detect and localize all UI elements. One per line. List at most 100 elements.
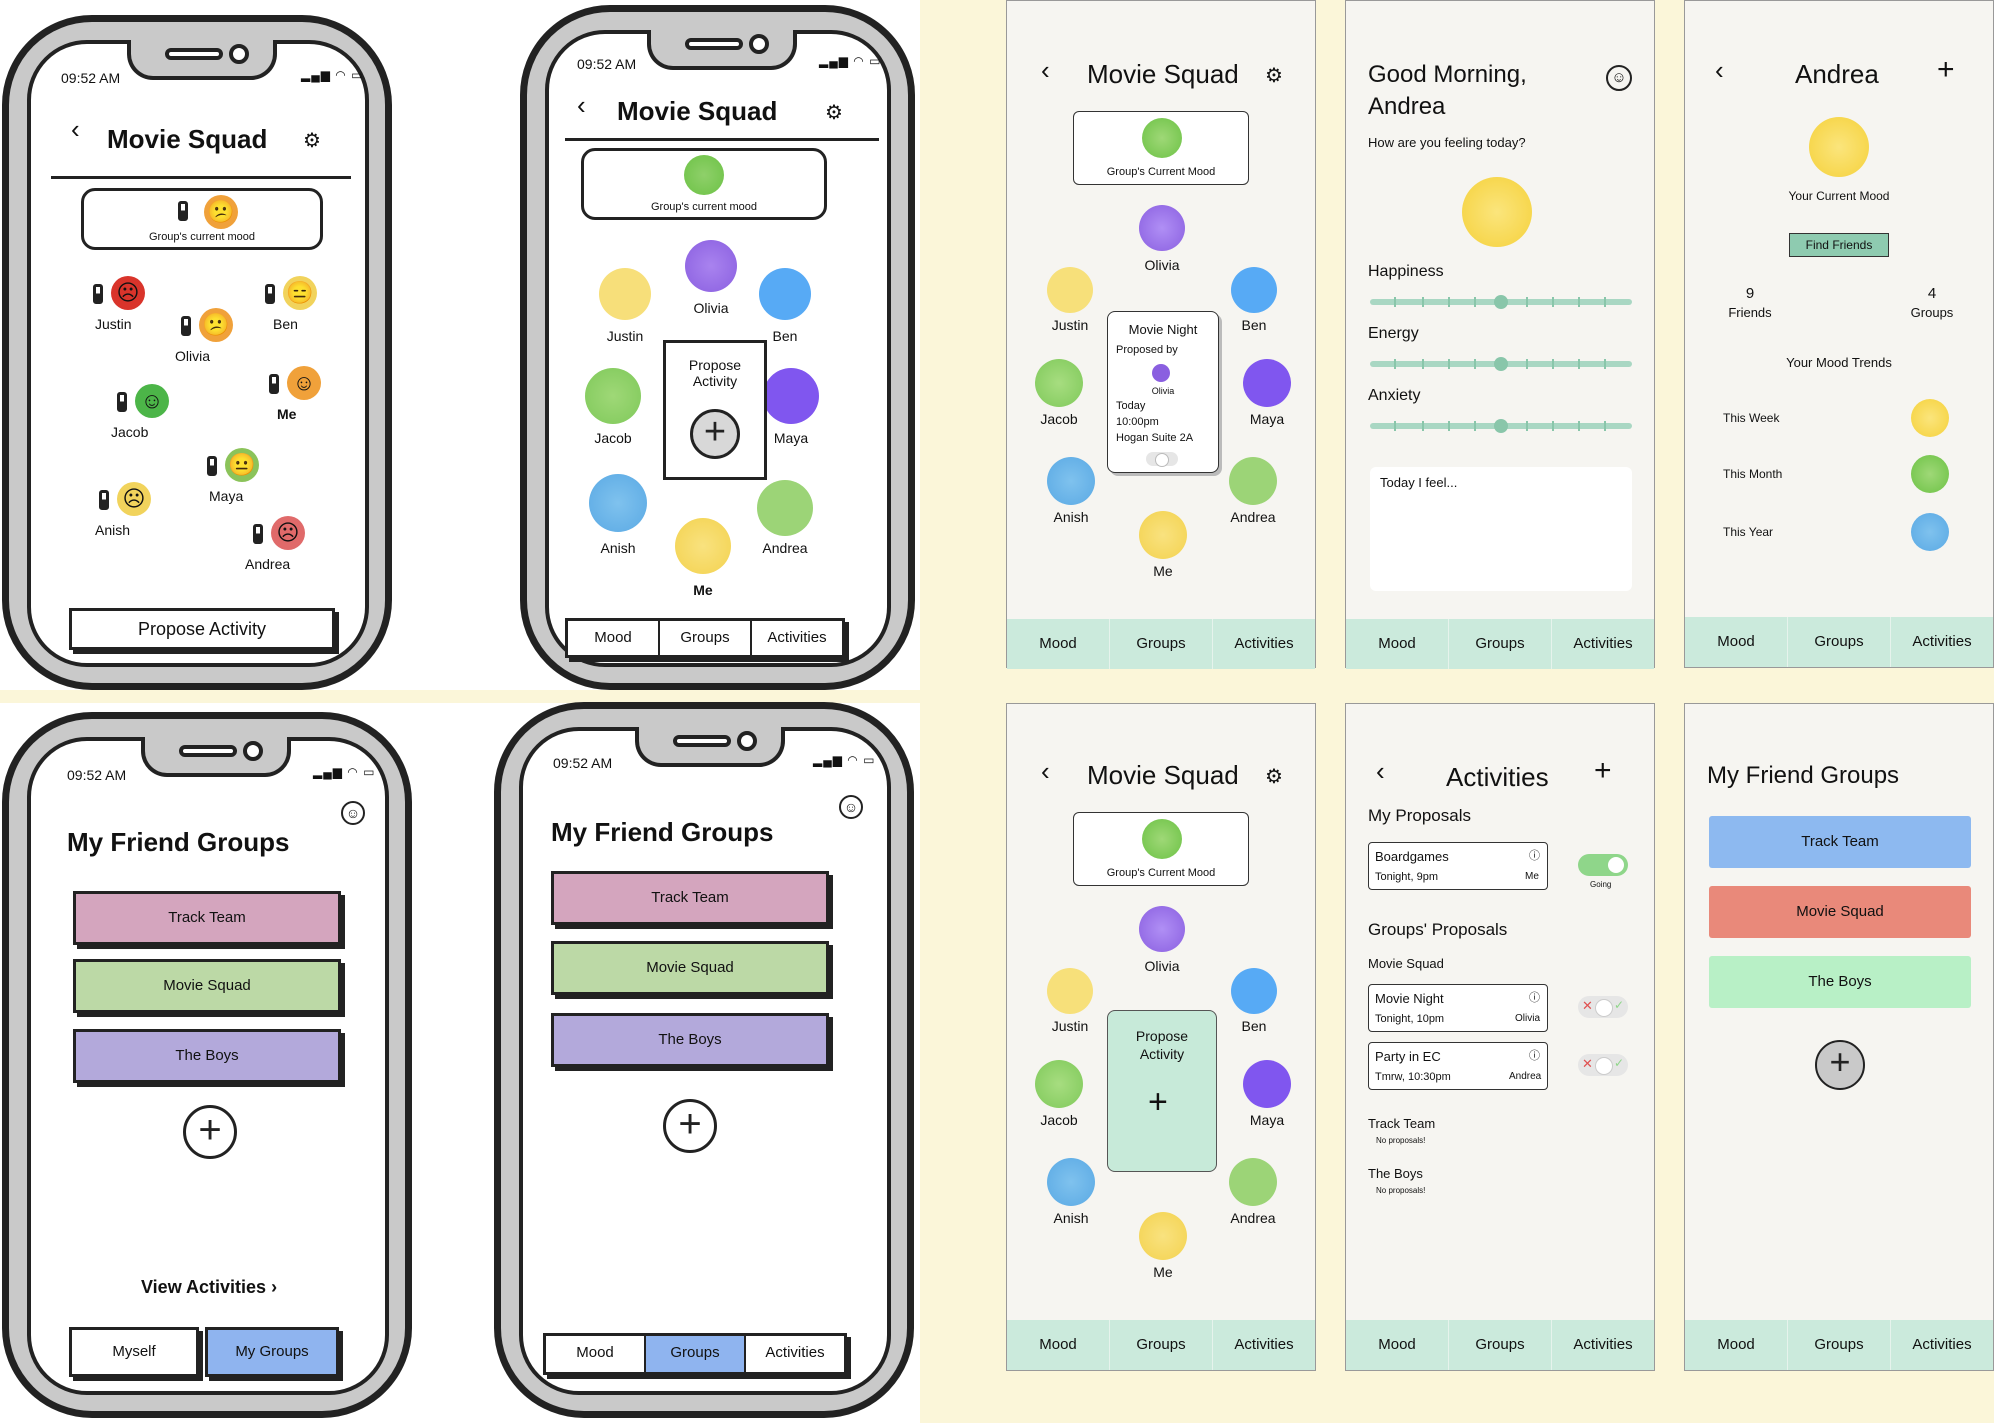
group-the-boys[interactable]: The Boys [551, 1013, 829, 1067]
mood-blob-ben[interactable] [1231, 968, 1277, 1014]
happiness-slider[interactable] [1370, 295, 1632, 309]
propose-activity-card[interactable]: Propose Activity + [663, 340, 767, 480]
member-ben[interactable]: 😑 Ben [259, 276, 349, 336]
add-group-button[interactable]: + [663, 1099, 717, 1153]
mood-blob-olivia[interactable] [1139, 205, 1185, 251]
mood-blob-maya[interactable] [1243, 359, 1291, 407]
mood-blob-justin[interactable] [599, 268, 651, 320]
nav-activities[interactable]: Activities [1891, 1320, 1993, 1370]
mood-blob-anish[interactable] [1047, 457, 1095, 505]
member-jacob[interactable]: ☺ Jacob [111, 384, 201, 444]
propose-activity-button[interactable]: Propose Activity [69, 608, 335, 650]
group-track-team[interactable]: Track Team [73, 891, 341, 945]
gear-icon[interactable]: ⚙ [1265, 764, 1283, 789]
profile-icon[interactable]: ☺ [341, 801, 365, 825]
back-icon[interactable]: ‹ [1376, 756, 1385, 787]
add-group-button[interactable]: + [183, 1105, 237, 1159]
mood-blob-me[interactable] [675, 518, 731, 574]
add-icon[interactable]: + [1937, 53, 1955, 87]
info-icon[interactable]: ⓘ [1529, 1047, 1540, 1063]
going-toggle[interactable] [1578, 854, 1628, 876]
nav-mood[interactable]: Mood [1346, 619, 1449, 669]
mood-blob-justin[interactable] [1047, 267, 1093, 313]
journal-textarea[interactable]: Today I feel... [1370, 467, 1632, 591]
nav-groups[interactable]: Groups [1449, 1320, 1552, 1370]
find-friends-button[interactable]: Find Friends [1789, 233, 1889, 257]
back-icon[interactable]: ‹ [1041, 55, 1050, 86]
group-movie-squad[interactable]: Movie Squad [73, 959, 341, 1013]
tab-myself[interactable]: Myself [69, 1327, 199, 1377]
nav-groups[interactable]: Groups [1788, 617, 1891, 667]
tab-activities[interactable]: Activities [752, 621, 842, 655]
tab-groups[interactable]: Groups [646, 1336, 746, 1372]
rsvp-toggle[interactable]: ✕ ✓ [1578, 996, 1628, 1018]
mood-blob-me[interactable] [1139, 1212, 1187, 1260]
slider-knob[interactable] [1494, 419, 1508, 433]
mood-blob-me[interactable] [1139, 511, 1187, 559]
group-movie-squad[interactable]: Movie Squad [1709, 886, 1971, 938]
anxiety-slider[interactable] [1370, 419, 1632, 433]
group-track-team[interactable]: Track Team [1709, 816, 1971, 868]
nav-groups[interactable]: Groups [1788, 1320, 1891, 1370]
rsvp-toggle[interactable] [1146, 452, 1178, 467]
member-justin[interactable]: ☹ Justin [85, 276, 175, 336]
nav-activities[interactable]: Activities [1213, 1320, 1315, 1370]
back-icon[interactable]: ‹ [71, 114, 80, 145]
gear-icon[interactable]: ⚙ [303, 128, 321, 153]
proposal-card[interactable]: Party in EC ⓘ Tmrw, 10:30pm Andrea [1368, 1042, 1548, 1090]
nav-groups[interactable]: Groups [1110, 1320, 1213, 1370]
mood-blob-justin[interactable] [1047, 968, 1093, 1014]
info-icon[interactable]: ⓘ [1529, 847, 1540, 863]
gear-icon[interactable]: ⚙ [825, 100, 843, 125]
member-maya[interactable]: 😐 Maya [201, 448, 291, 508]
tab-my-groups[interactable]: My Groups [205, 1327, 339, 1377]
mood-blob-anish[interactable] [1047, 1158, 1095, 1206]
tab-groups[interactable]: Groups [660, 621, 752, 655]
add-group-button[interactable]: + [1815, 1040, 1865, 1090]
mood-blob-ben[interactable] [759, 268, 811, 320]
nav-activities[interactable]: Activities [1891, 617, 1993, 667]
nav-mood[interactable]: Mood [1007, 619, 1110, 669]
nav-mood[interactable]: Mood [1685, 617, 1788, 667]
member-olivia[interactable]: 😕 Olivia [175, 308, 265, 368]
propose-activity-card[interactable]: Propose Activity + [1107, 1010, 1217, 1172]
mood-blob-jacob[interactable] [585, 368, 641, 424]
mood-blob-olivia[interactable] [1139, 906, 1185, 952]
mood-blob-andrea[interactable] [757, 480, 813, 536]
group-track-team[interactable]: Track Team [551, 871, 829, 925]
nav-mood[interactable]: Mood [1007, 1320, 1110, 1370]
nav-groups[interactable]: Groups [1110, 619, 1213, 669]
add-icon[interactable]: + [1594, 754, 1612, 788]
group-the-boys[interactable]: The Boys [73, 1029, 341, 1083]
groups-label[interactable]: Groups [1907, 305, 1957, 320]
back-icon[interactable]: ‹ [577, 90, 586, 121]
mood-blob-maya[interactable] [763, 368, 819, 424]
group-movie-squad[interactable]: Movie Squad [551, 941, 829, 995]
tab-activities[interactable]: Activities [746, 1336, 844, 1372]
mood-blob-maya[interactable] [1243, 1060, 1291, 1108]
tab-mood[interactable]: Mood [568, 621, 660, 655]
info-icon[interactable]: ⓘ [1529, 989, 1540, 1005]
activity-popup-card[interactable]: Movie Night Proposed by Olivia Today 10:… [1107, 311, 1219, 473]
nav-mood[interactable]: Mood [1346, 1320, 1449, 1370]
member-andrea[interactable]: ☹ Andrea [245, 516, 335, 576]
tab-mood[interactable]: Mood [546, 1336, 646, 1372]
group-the-boys[interactable]: The Boys [1709, 956, 1971, 1008]
profile-icon[interactable]: ☺ [1606, 65, 1632, 91]
rsvp-toggle[interactable]: ✕ ✓ [1578, 1054, 1628, 1076]
mood-blob-anish[interactable] [589, 474, 647, 532]
mood-blob-olivia[interactable] [685, 240, 737, 292]
energy-slider[interactable] [1370, 357, 1632, 371]
member-me[interactable]: ☺ Me [263, 366, 353, 426]
nav-groups[interactable]: Groups [1449, 619, 1552, 669]
back-icon[interactable]: ‹ [1041, 756, 1050, 787]
proposal-card[interactable]: Movie Night ⓘ Tonight, 10pm Olivia [1368, 984, 1548, 1032]
slider-knob[interactable] [1494, 295, 1508, 309]
mood-blob-jacob[interactable] [1035, 1060, 1083, 1108]
proposal-card-mine[interactable]: Boardgames ⓘ Tonight, 9pm Me [1368, 842, 1548, 890]
nav-activities[interactable]: Activities [1552, 619, 1654, 669]
nav-mood[interactable]: Mood [1685, 1320, 1788, 1370]
mood-blob-jacob[interactable] [1035, 359, 1083, 407]
friends-label[interactable]: Friends [1725, 305, 1775, 320]
profile-icon[interactable]: ☺ [839, 795, 863, 819]
